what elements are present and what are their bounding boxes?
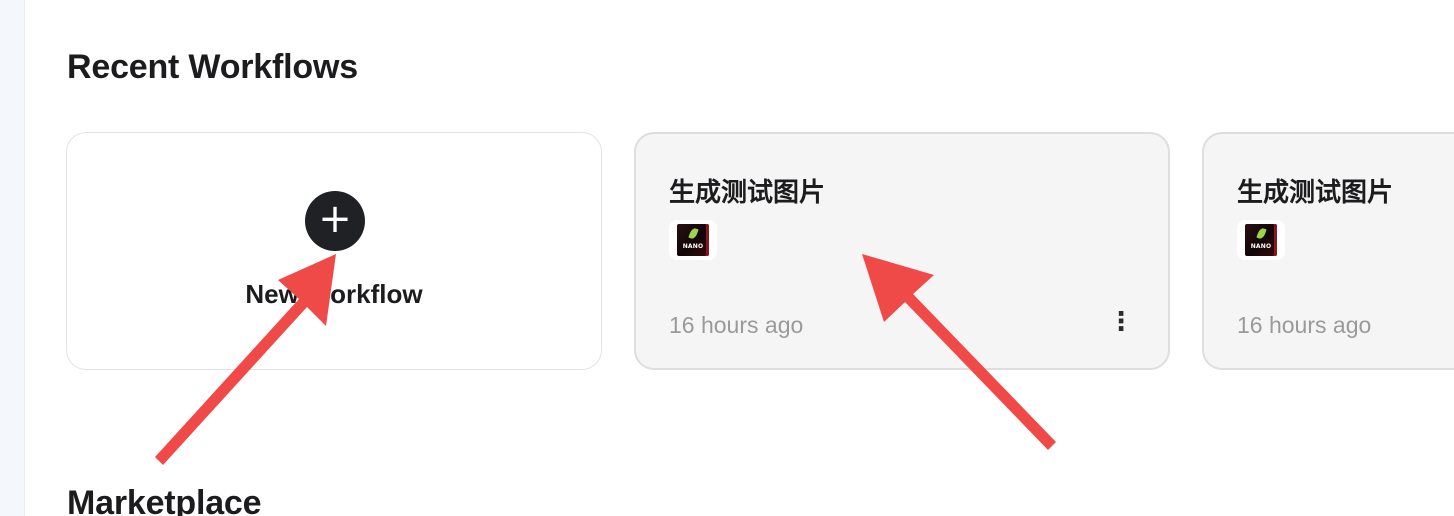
workflow-card[interactable]: 生成测试图片 NANO 16 hours ago [1202,132,1454,370]
marketplace-heading: Marketplace [67,484,262,516]
thumbnail-label: NANO [682,243,704,250]
page: Recent Workflows + New Workflow 生成测试图片 N… [0,0,1454,516]
workflow-title: 生成测试图片 [669,178,826,208]
leaf-icon [688,227,699,240]
thumbnail-image: NANO [1245,224,1277,256]
left-sidebar-edge [0,0,25,516]
workflow-title: 生成测试图片 [1237,178,1394,208]
new-workflow-label: New Workflow [245,279,423,309]
more-vertical-icon[interactable]: ⋮ [1106,306,1136,338]
leaf-icon [1256,227,1267,240]
nano-thumbnail-icon: NANO [1237,220,1285,260]
workflow-timestamp: 16 hours ago [1237,312,1372,338]
workflow-timestamp: 16 hours ago [669,312,804,338]
plus-icon[interactable]: + [305,191,365,251]
workflow-card[interactable]: 生成测试图片 NANO 16 hours ago ⋮ [634,132,1170,370]
new-workflow-card[interactable]: + New Workflow [66,132,602,370]
nano-thumbnail-icon: NANO [669,220,717,260]
thumbnail-image: NANO [677,224,709,256]
recent-workflows-heading: Recent Workflows [67,48,358,86]
thumbnail-label: NANO [1250,243,1272,250]
